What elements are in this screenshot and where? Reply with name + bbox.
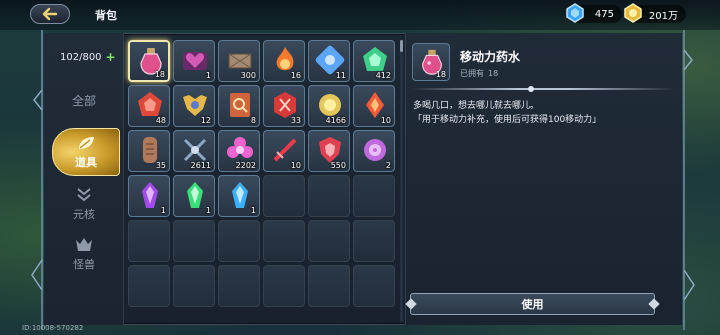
core-chevron-icon (77, 188, 91, 202)
item-count: 2 (385, 161, 391, 170)
frame-ornament-right (683, 30, 695, 330)
blue-gem-icon (566, 3, 584, 23)
top-bar: 背包 475 201万 (0, 0, 720, 30)
inventory-slot[interactable]: 4166 (308, 85, 350, 127)
item-effect: 「用于移动力补充，使用后可获得100移动力」 (413, 115, 602, 125)
scrollbar-thumb[interactable] (400, 40, 403, 52)
item-count: 10 (290, 161, 301, 170)
inventory-grid: 18 1 300 16 11 412 48 12 8 33 4166 10 35 2611 2202 10 55… (128, 40, 398, 307)
inventory-slot[interactable]: 2202 (218, 130, 260, 172)
inventory-slot[interactable]: 35 (128, 130, 170, 172)
category-tab-monsters[interactable]: 怪兽 (50, 232, 118, 276)
inventory-slot[interactable]: 8 (218, 85, 260, 127)
inventory-slot[interactable]: 1 (218, 175, 260, 217)
category-label: 全部 (71, 93, 96, 108)
inventory-slot[interactable]: 1 (173, 175, 215, 217)
item-count: 550 (330, 161, 346, 170)
monster-head-icon (76, 238, 92, 251)
inventory-slot[interactable]: 2611 (173, 130, 215, 172)
inventory-slot[interactable]: 412 (353, 40, 395, 82)
item-count: 4166 (325, 116, 346, 125)
item-owned: 已拥有 18 (460, 68, 498, 79)
detail-item-icon: 18 (412, 43, 450, 81)
gem-count: 475 (594, 8, 614, 20)
use-button[interactable]: 使用 (410, 293, 655, 315)
inventory-slot[interactable]: 2 (353, 130, 395, 172)
item-count: 2611 (190, 161, 211, 170)
item-count: 8 (250, 116, 256, 125)
item-count: 35 (155, 161, 166, 170)
item-count: 48 (155, 116, 166, 125)
inventory-slot[interactable]: 48 (128, 85, 170, 127)
bag-capacity[interactable]: 102/800 + (60, 50, 118, 64)
category-tab-items[interactable]: 道具 (52, 128, 120, 176)
gem-resource[interactable]: 475 (566, 3, 622, 23)
detail-divider (412, 86, 674, 92)
inventory-slot[interactable]: 10 (263, 130, 305, 172)
item-count: 1 (160, 206, 166, 215)
item-count: 300 (240, 71, 256, 80)
item-count: 11 (335, 71, 346, 80)
capacity-text: 102/800 (60, 51, 102, 63)
item-count: 412 (375, 71, 391, 80)
empty-slot[interactable] (173, 265, 215, 307)
item-count: 10 (380, 116, 391, 125)
empty-slot[interactable] (353, 175, 395, 217)
inventory-slot[interactable]: 18 (128, 40, 170, 82)
item-count: 1 (205, 206, 211, 215)
category-tab-all[interactable]: 全部 (50, 78, 118, 122)
inventory-slot[interactable]: 1 (128, 175, 170, 217)
inventory-slot[interactable]: 1 (173, 40, 215, 82)
inventory-slot[interactable]: 12 (173, 85, 215, 127)
owned-label: 已拥有 (460, 69, 484, 78)
category-label: 道具 (75, 156, 97, 169)
page-title: 背包 (95, 9, 117, 22)
category-label: 元核 (73, 208, 95, 221)
expand-plus-icon[interactable]: + (106, 50, 116, 64)
back-arrow-icon (42, 7, 58, 21)
inventory-slot[interactable]: 300 (218, 40, 260, 82)
empty-slot[interactable] (218, 220, 260, 262)
empty-slot[interactable] (128, 220, 170, 262)
item-name: 移动力药水 (460, 50, 521, 64)
player-id: ID:10008-570282 (22, 324, 84, 332)
gold-count: 201万 (648, 10, 678, 22)
inventory-slot[interactable]: 11 (308, 40, 350, 82)
item-count: 33 (290, 116, 301, 125)
category-label: 怪兽 (73, 258, 95, 271)
item-count: 1 (250, 206, 256, 215)
items-leaf-icon (79, 137, 94, 149)
empty-slot[interactable] (263, 220, 305, 262)
empty-slot[interactable] (308, 220, 350, 262)
item-count: 2202 (235, 161, 256, 170)
item-count: 12 (200, 116, 211, 125)
empty-slot[interactable] (218, 265, 260, 307)
item-description: 多喝几口，想去哪儿就去哪儿。 (413, 101, 540, 111)
empty-slot[interactable] (308, 265, 350, 307)
empty-slot[interactable] (353, 220, 395, 262)
empty-slot[interactable] (263, 175, 305, 217)
category-sidebar (44, 33, 124, 325)
empty-slot[interactable] (308, 175, 350, 217)
inventory-slot[interactable]: 10 (353, 85, 395, 127)
inventory-scrollbar[interactable] (400, 40, 403, 322)
gold-resource[interactable]: 201万 (624, 3, 686, 23)
owned-count: 18 (488, 69, 499, 78)
empty-slot[interactable] (353, 265, 395, 307)
empty-slot[interactable] (263, 265, 305, 307)
category-tab-core[interactable]: 元核 (50, 182, 118, 226)
inventory-slot[interactable]: 16 (263, 40, 305, 82)
item-count: 18 (435, 70, 446, 79)
item-count: 16 (290, 71, 301, 80)
item-count: 18 (154, 70, 165, 79)
gold-coin-icon (624, 3, 642, 23)
inventory-slot[interactable]: 33 (263, 85, 305, 127)
empty-slot[interactable] (128, 265, 170, 307)
item-count: 1 (205, 71, 211, 80)
empty-slot[interactable] (173, 220, 215, 262)
inventory-slot[interactable]: 550 (308, 130, 350, 172)
back-button[interactable] (30, 4, 70, 24)
